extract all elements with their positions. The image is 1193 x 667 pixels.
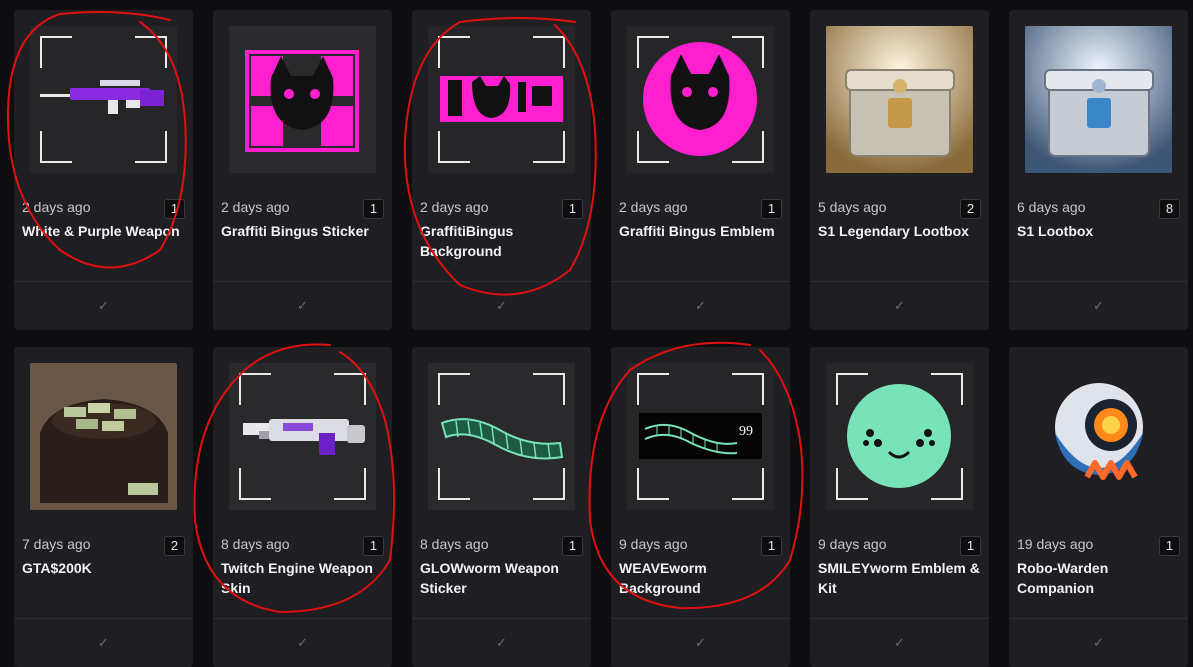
- card-image-area: [14, 347, 193, 525]
- item-date: 2 days ago: [619, 199, 688, 215]
- weaveworm-number: 99: [739, 424, 753, 439]
- item-name: S1 Lootbox: [1017, 223, 1094, 239]
- inventory-card[interactable]: 7 days ago 2 GTA$200K ✓: [14, 347, 193, 667]
- item-count-badge: 1: [1159, 536, 1180, 556]
- item-count-badge: 8: [1159, 199, 1180, 219]
- item-date: 6 days ago: [1017, 199, 1086, 215]
- inventory-card[interactable]: 19 days ago 1 Robo-Warden Companion ✓: [1009, 347, 1188, 667]
- card-action-bar[interactable]: ✓: [412, 281, 591, 330]
- inventory-card[interactable]: 2 days ago 1 GraffitiBingus Background ✓: [412, 10, 591, 330]
- item-date: 2 days ago: [420, 199, 489, 215]
- inventory-card[interactable]: 8 days ago 1 Twitch Engine Weapon Skin ✓: [213, 347, 392, 667]
- card-action-bar[interactable]: ✓: [611, 281, 790, 330]
- item-name: WEAVEworm Background: [619, 560, 707, 596]
- item-count-badge: 1: [562, 536, 583, 556]
- inventory-card[interactable]: 5 days ago 2 S1 Legendary Lootbox ✓: [810, 10, 989, 330]
- item-count-badge: 1: [960, 536, 981, 556]
- card-image-area: 99: [611, 347, 790, 525]
- card-image-area: [1009, 10, 1188, 188]
- check-icon: ✓: [894, 298, 905, 313]
- check-icon: ✓: [695, 298, 706, 313]
- check-icon: ✓: [1093, 298, 1104, 313]
- card-action-bar[interactable]: ✓: [1009, 618, 1188, 667]
- item-date: 8 days ago: [221, 536, 290, 552]
- check-icon: ✓: [894, 635, 905, 650]
- item-name: Twitch Engine Weapon Skin: [221, 560, 373, 596]
- card-action-bar[interactable]: ✓: [14, 618, 193, 667]
- item-count-badge: 1: [761, 199, 782, 219]
- item-name: White & Purple Weapon: [22, 223, 180, 239]
- inventory-card[interactable]: 9 days ago 1 SMILEYworm Emblem & Kit ✓: [810, 347, 989, 667]
- item-count-badge: 1: [761, 536, 782, 556]
- robot-companion-icon: [1025, 363, 1172, 510]
- item-name: Graffiti Bingus Sticker: [221, 223, 369, 239]
- inventory-card[interactable]: 2 days ago 1 Graffiti Bingus Sticker ✓: [213, 10, 392, 330]
- item-date: 9 days ago: [818, 536, 887, 552]
- check-icon: ✓: [1093, 635, 1104, 650]
- item-date: 5 days ago: [818, 199, 887, 215]
- item-date: 19 days ago: [1017, 536, 1094, 552]
- check-icon: ✓: [496, 298, 507, 313]
- card-action-bar[interactable]: ✓: [611, 618, 790, 667]
- item-count-badge: 1: [363, 199, 384, 219]
- bingus-background-icon: [428, 26, 575, 173]
- card-image-area: [412, 347, 591, 525]
- item-name: SMILEYworm Emblem & Kit: [818, 560, 980, 596]
- silver-lootbox-icon: [1025, 26, 1172, 173]
- check-icon: ✓: [98, 635, 109, 650]
- card-image-area: [213, 347, 392, 525]
- item-date: 9 days ago: [619, 536, 688, 552]
- card-image-area: [810, 347, 989, 525]
- item-name: GTA$200K: [22, 560, 92, 576]
- check-icon: ✓: [297, 298, 308, 313]
- check-icon: ✓: [695, 635, 706, 650]
- inventory-card[interactable]: 2 days ago 1 Graffiti Bingus Emblem ✓: [611, 10, 790, 330]
- card-action-bar[interactable]: ✓: [412, 618, 591, 667]
- item-name: GLOWworm Weapon Sticker: [420, 560, 559, 596]
- item-count-badge: 1: [562, 199, 583, 219]
- item-count-badge: 1: [164, 199, 185, 219]
- item-count-badge: 2: [164, 536, 185, 556]
- item-date: 7 days ago: [22, 536, 91, 552]
- item-date: 2 days ago: [221, 199, 290, 215]
- card-image-area: [213, 10, 392, 188]
- item-date: 8 days ago: [420, 536, 489, 552]
- inventory-card[interactable]: 6 days ago 8 S1 Lootbox ✓: [1009, 10, 1188, 330]
- item-date: 2 days ago: [22, 199, 91, 215]
- card-image-area: [611, 10, 790, 188]
- card-action-bar[interactable]: ✓: [810, 618, 989, 667]
- item-name: GraffitiBingus Background: [420, 223, 514, 259]
- card-action-bar[interactable]: ✓: [213, 281, 392, 330]
- check-icon: ✓: [496, 635, 507, 650]
- card-image-area: [14, 10, 193, 188]
- smiley-face-icon: [826, 363, 973, 510]
- card-image-area: [810, 10, 989, 188]
- card-action-bar[interactable]: ✓: [1009, 281, 1188, 330]
- bingus-emblem-icon: [627, 26, 774, 173]
- money-bag-icon: [30, 363, 177, 510]
- card-image-area: [412, 10, 591, 188]
- card-image-area: [1009, 347, 1188, 525]
- item-count-badge: 2: [960, 199, 981, 219]
- weapon-skin-icon: [229, 363, 376, 510]
- purple-rifle-icon: [30, 26, 177, 173]
- bingus-sticker-icon: [229, 26, 376, 173]
- glowworm-icon: [428, 363, 575, 510]
- inventory-card[interactable]: 8 days ago 1 GLOWworm Weapon Sticker ✓: [412, 347, 591, 667]
- check-icon: ✓: [98, 298, 109, 313]
- item-name: S1 Legendary Lootbox: [818, 223, 969, 239]
- inventory-card[interactable]: 99 9 days ago 1 WEAVEworm Background ✓: [611, 347, 790, 667]
- check-icon: ✓: [297, 635, 308, 650]
- weaveworm-icon: 99: [627, 363, 774, 510]
- card-action-bar[interactable]: ✓: [810, 281, 989, 330]
- gold-lootbox-icon: [826, 26, 973, 173]
- item-count-badge: 1: [363, 536, 384, 556]
- item-name: Robo-Warden Companion: [1017, 560, 1109, 596]
- card-action-bar[interactable]: ✓: [14, 281, 193, 330]
- inventory-card[interactable]: 2 days ago 1 White & Purple Weapon ✓: [14, 10, 193, 330]
- card-action-bar[interactable]: ✓: [213, 618, 392, 667]
- item-name: Graffiti Bingus Emblem: [619, 223, 775, 239]
